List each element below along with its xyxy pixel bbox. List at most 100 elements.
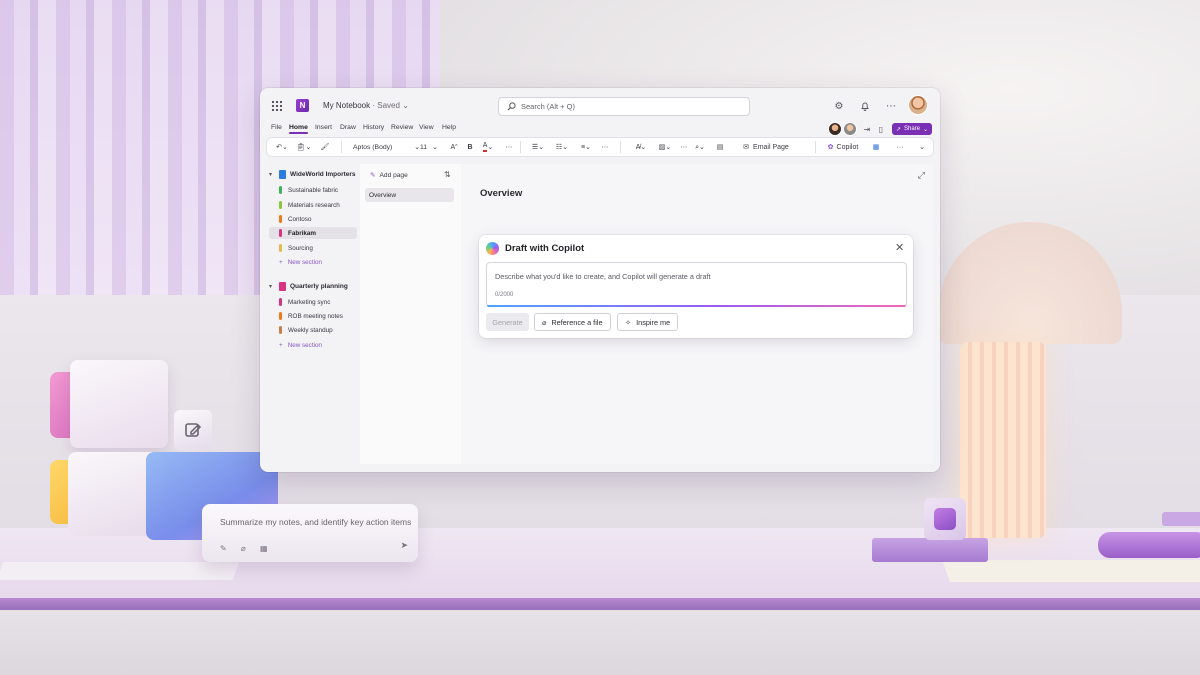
highlight-icon[interactable]: ▨⌄ xyxy=(655,141,675,153)
decor-block xyxy=(1162,512,1200,526)
notebook-wideworld[interactable]: ▾ WideWorld Importers xyxy=(266,168,360,181)
tab-draw[interactable]: Draw xyxy=(340,124,356,131)
more-icon[interactable]: ⋯ xyxy=(599,141,611,153)
chevron-down-icon: ⌄ xyxy=(432,144,438,151)
dictate-icon[interactable]: ▤ xyxy=(714,141,726,153)
font-size-value: 11 xyxy=(420,143,428,151)
section-label: Marketing sync xyxy=(288,298,331,306)
app-launcher-icon[interactable] xyxy=(271,100,282,111)
section-fabrikam[interactable]: Fabrikam xyxy=(269,227,357,239)
copilot-button[interactable]: ✿ Copilot xyxy=(824,141,862,153)
copilot-icon xyxy=(486,242,499,255)
page-list: ✎ Add page ⇅ Overview xyxy=(360,164,461,464)
tab-help[interactable]: Help xyxy=(442,124,456,131)
tab-view[interactable]: View xyxy=(419,124,434,131)
search-input[interactable] xyxy=(521,102,741,111)
tab-history[interactable]: History xyxy=(363,124,384,131)
paperclip-icon: ⌀ xyxy=(542,317,547,327)
sort-icon[interactable]: ⇅ xyxy=(444,170,451,179)
sync-icon[interactable]: ⇥ xyxy=(861,123,873,135)
collaborator-avatar[interactable] xyxy=(829,123,841,135)
grow-font-button[interactable]: A ^ xyxy=(448,141,460,153)
chevron-down-icon: ⌄ xyxy=(402,101,409,110)
titlebar: N My Notebook · Saved ⌄ ⚙ ⋯ xyxy=(260,88,940,124)
reference-file-label: Reference a file xyxy=(551,317,603,327)
format-painter-icon[interactable]: 🖌︎ xyxy=(319,141,331,153)
page-title[interactable]: Overview xyxy=(480,188,522,199)
page-item-overview[interactable]: Overview xyxy=(365,188,454,202)
undo-icon[interactable]: ↶⌄ xyxy=(273,141,291,153)
section-color-tab xyxy=(279,229,282,237)
tab-file[interactable]: File xyxy=(271,124,282,131)
desk-front xyxy=(0,610,1200,675)
font-size-select[interactable]: 11 ⌄ xyxy=(420,141,438,153)
more-icon[interactable]: ⋯ xyxy=(679,141,689,153)
notebook-name: WideWorld Importers xyxy=(290,171,356,178)
new-section-button[interactable]: + New section xyxy=(279,339,359,351)
section-marketing-sync[interactable]: Marketing sync xyxy=(269,296,357,308)
chevron-down-icon[interactable]: ⌄ xyxy=(917,141,927,153)
new-section-button[interactable]: + New section xyxy=(279,256,359,268)
close-icon[interactable]: ✕ xyxy=(895,241,904,254)
section-label: Fabrikam xyxy=(288,229,316,237)
font-color-button[interactable]: A ⌄ xyxy=(479,141,497,153)
tab-insert[interactable]: Insert xyxy=(315,124,332,131)
more-options-icon[interactable]: ⋯ xyxy=(885,100,897,112)
sticky-note-icon[interactable]: ▯ xyxy=(875,123,887,135)
bold-button[interactable]: B xyxy=(465,141,475,153)
section-label: Materials research xyxy=(288,201,340,209)
bell-icon[interactable] xyxy=(859,100,871,112)
onenote-cube-icon xyxy=(924,498,966,540)
section-color-tab xyxy=(279,298,282,306)
section-sustainable-fabric[interactable]: Sustainable fabric xyxy=(269,184,357,196)
numbering-icon[interactable]: ☷⌄ xyxy=(551,141,573,153)
lamp-base xyxy=(960,342,1046,538)
email-page-label: Email Page xyxy=(753,143,789,151)
section-materials-research[interactable]: Materials research xyxy=(269,199,357,211)
decor-block-white xyxy=(70,360,168,448)
add-page-button[interactable]: ✎ Add page xyxy=(366,168,412,182)
copilot-prompt-input[interactable]: Describe what you'd like to create, and … xyxy=(486,262,907,307)
paper-sheet xyxy=(941,560,1200,582)
inspire-me-label: Inspire me xyxy=(636,317,671,327)
align-icon[interactable]: ≡⌄ xyxy=(575,141,597,153)
email-page-button[interactable]: ✉ Email Page xyxy=(737,141,795,153)
new-section-label: New section xyxy=(287,341,322,349)
more-icon[interactable]: ⋯ xyxy=(503,141,515,153)
grid-icon[interactable]: ▦ xyxy=(870,141,882,153)
reference-file-button[interactable]: ⌀ Reference a file xyxy=(534,313,611,331)
generate-button[interactable]: Generate xyxy=(486,313,529,331)
copilot-title: Draft with Copilot xyxy=(505,243,585,254)
section-contoso[interactable]: Contoso xyxy=(269,213,357,225)
expand-icon[interactable]: ⤢ xyxy=(918,170,925,181)
section-label: Contoso xyxy=(288,215,312,223)
tab-home[interactable]: Home xyxy=(289,124,308,134)
section-label: ROB meeting notes xyxy=(288,312,343,320)
find-icon[interactable]: ⌕⌄ xyxy=(690,141,710,153)
styles-icon[interactable]: A̸⌄ xyxy=(631,141,651,153)
inspire-me-button[interactable]: ✧ Inspire me xyxy=(617,313,679,331)
font-color-label: A xyxy=(482,142,488,152)
bullets-icon[interactable]: ☰⌄ xyxy=(527,141,549,153)
avatar[interactable] xyxy=(909,96,927,114)
plus-icon: + xyxy=(279,341,283,349)
gear-icon[interactable]: ⚙ xyxy=(833,100,845,112)
font-name-select[interactable]: Aptos (Body) ⌄ xyxy=(353,141,420,153)
search-icon xyxy=(507,102,516,111)
notebook-nav: ▾ WideWorld Importers Sustainable fabric… xyxy=(266,164,360,464)
copilot-label: Copilot xyxy=(836,143,859,151)
notebook-title[interactable]: My Notebook · Saved ⌄ xyxy=(323,101,409,110)
share-button[interactable]: ↗ Share ⌄ xyxy=(892,123,932,135)
more-icon[interactable]: ··· xyxy=(894,141,906,153)
collaborator-avatar[interactable] xyxy=(844,123,856,135)
section-rob-meeting-notes[interactable]: ROB meeting notes xyxy=(269,310,357,322)
chevron-down-icon: ▾ xyxy=(269,172,273,178)
clipboard-icon[interactable]: 📋︎⌄ xyxy=(295,141,313,153)
attach-icons: ✎ ⌀ ▦ xyxy=(220,544,274,553)
section-label: Weekly standup xyxy=(288,326,333,334)
tab-review[interactable]: Review xyxy=(391,124,413,131)
section-sourcing[interactable]: Sourcing xyxy=(269,242,357,254)
section-weekly-standup[interactable]: Weekly standup xyxy=(269,324,357,336)
search-box[interactable] xyxy=(498,97,750,116)
notebook-quarterly-planning[interactable]: ▾ Quarterly planning xyxy=(266,280,360,293)
